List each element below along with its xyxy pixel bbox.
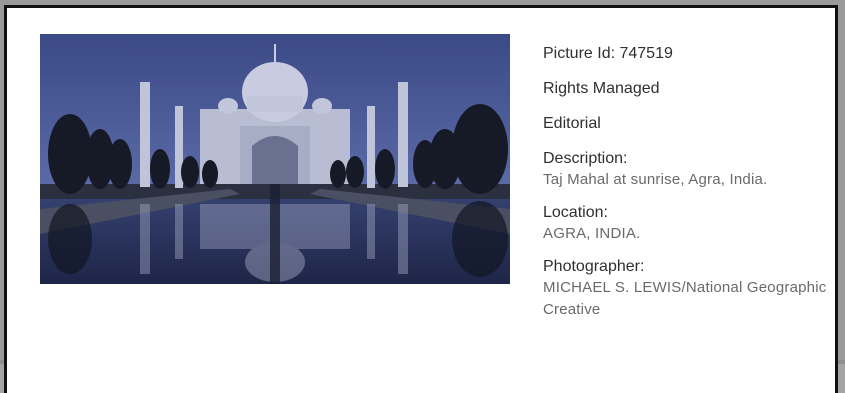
picture-detail-popup: Picture Id: 747519 Rights Managed Editor… [4,5,838,393]
picture-id: Picture Id: 747519 [543,45,673,62]
photographer-block: Photographer: MICHAEL S. LEWIS/National … [543,257,833,321]
taj-mahal-photo [40,34,510,284]
picture-metadata: Picture Id: 747519 Rights Managed Editor… [543,44,833,333]
description-block: Description: Taj Mahal at sunrise, Agra,… [543,149,833,191]
description-value: Taj Mahal at sunrise, Agra, India. [543,171,768,188]
description-label: Description: [543,150,628,167]
location-label: Location: [543,204,608,221]
rights-type: Rights Managed [543,80,660,97]
photographer-value: MICHAEL S. LEWIS/National Geographic Cre… [543,279,827,318]
usage-category: Editorial [543,115,601,132]
taj-mahal-illustration [40,34,510,284]
photographer-label: Photographer: [543,258,645,275]
location-value: AGRA, INDIA. [543,225,641,242]
location-block: Location: AGRA, INDIA. [543,203,833,245]
